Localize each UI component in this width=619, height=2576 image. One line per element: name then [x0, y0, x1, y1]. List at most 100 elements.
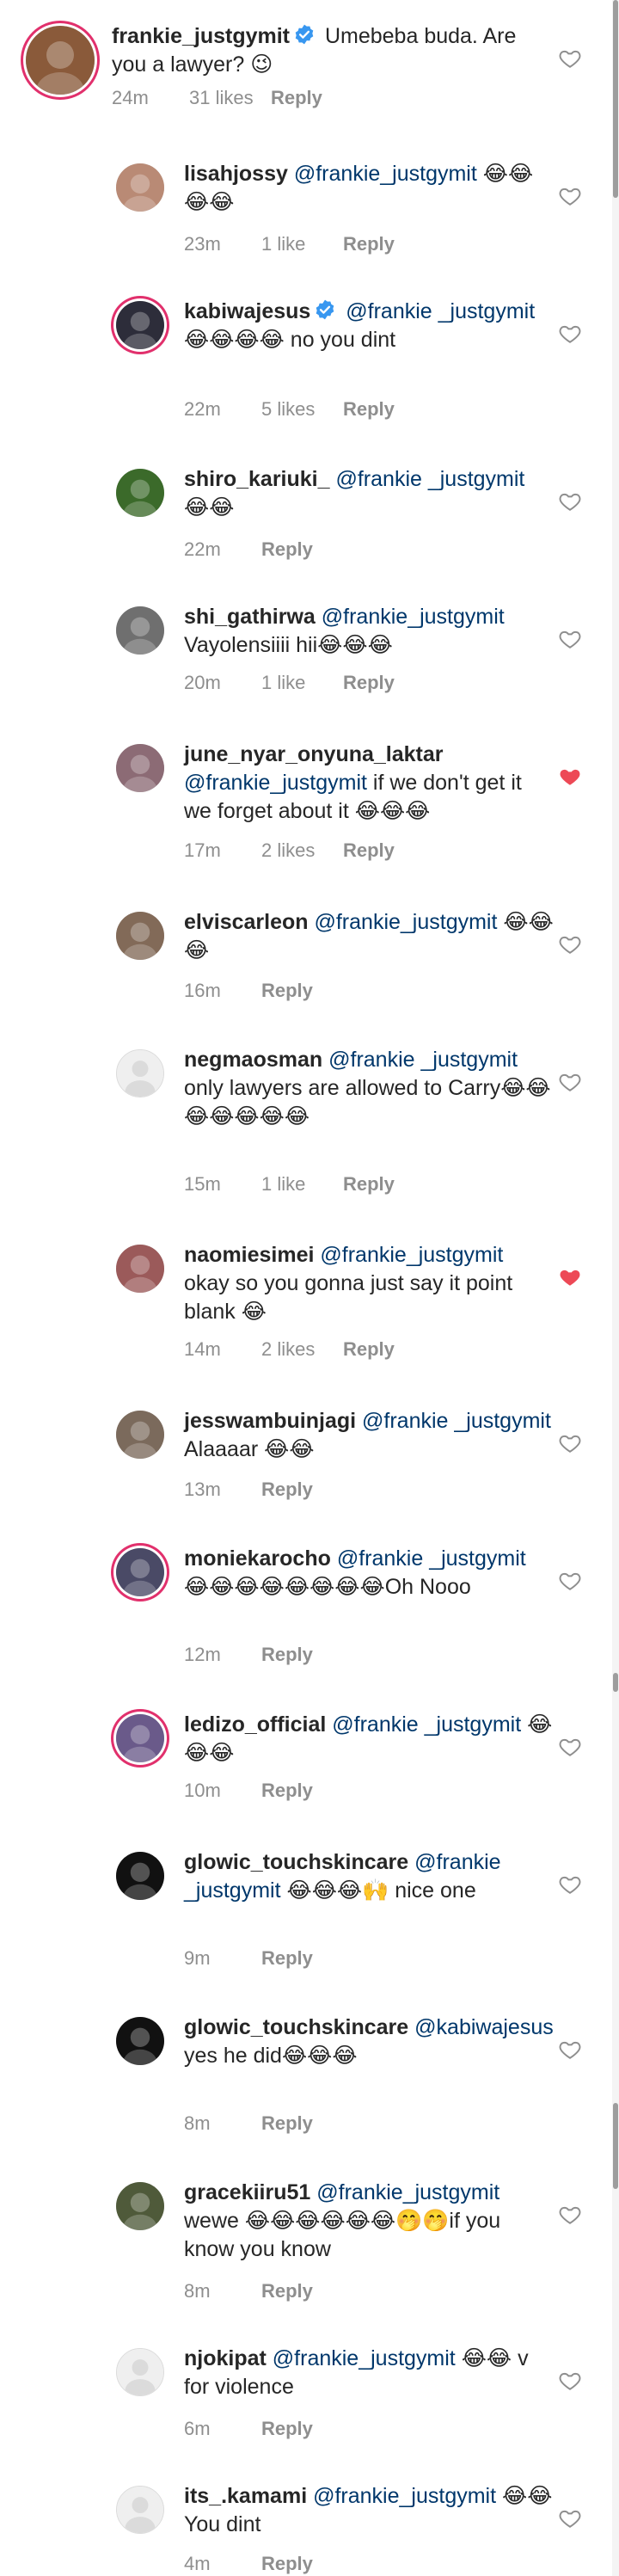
comment-username[interactable]: njokipat	[184, 2346, 267, 2370]
comment-text: ledizo_official @frankie _justgymit 😂😂😂	[184, 1711, 554, 1768]
reply-button[interactable]: Reply	[343, 1172, 395, 1196]
avatar[interactable]	[116, 301, 164, 349]
comment-username[interactable]: shiro_kariuki_	[184, 467, 330, 491]
comment-mention[interactable]: @frankie_justgymit	[273, 2346, 456, 2370]
heart-icon[interactable]	[559, 490, 581, 513]
heart-icon[interactable]	[559, 1432, 581, 1454]
comment-username[interactable]: june_nyar_onyuna_laktar	[184, 742, 444, 766]
comment-like-count[interactable]: 5 likes	[261, 397, 343, 421]
heart-icon[interactable]	[559, 1266, 581, 1288]
comment-mention[interactable]: @frankie _justgymit	[332, 1712, 521, 1737]
scrollbar[interactable]	[612, 0, 619, 2576]
reply-button[interactable]: Reply	[261, 2112, 313, 2136]
reply-button[interactable]: Reply	[343, 232, 395, 256]
avatar[interactable]	[116, 912, 164, 960]
reply-button[interactable]: Reply	[261, 1643, 313, 1667]
scrollbar-thumb[interactable]	[613, 0, 618, 198]
comment-username[interactable]: frankie_justgymit	[112, 24, 290, 48]
heart-icon[interactable]	[559, 765, 581, 788]
comment-username[interactable]: glowic_touchskincare	[184, 1850, 408, 1874]
heart-icon[interactable]	[559, 47, 581, 70]
reply-button[interactable]: Reply	[343, 1337, 395, 1362]
reply-button[interactable]: Reply	[261, 2279, 313, 2303]
comment-username[interactable]: gracekiiru51	[184, 2180, 310, 2204]
comment-mention[interactable]: @frankie_justgymit	[184, 771, 367, 795]
reply-button[interactable]: Reply	[261, 538, 313, 562]
avatar[interactable]	[116, 1411, 164, 1459]
avatar[interactable]	[26, 26, 95, 95]
comment-mention[interactable]: @frankie _justgymit	[346, 299, 535, 323]
avatar[interactable]	[116, 2486, 164, 2534]
heart-icon[interactable]	[559, 628, 581, 650]
heart-icon[interactable]	[559, 1071, 581, 1093]
scrollbar-thumb-secondary[interactable]	[613, 1673, 618, 1692]
heart-icon[interactable]	[559, 2507, 581, 2530]
heart-icon[interactable]	[559, 2038, 581, 2061]
comment-mention[interactable]: @frankie _justgymit	[362, 1409, 551, 1433]
reply-button[interactable]: Reply	[261, 1946, 313, 1970]
comment-username[interactable]: shi_gathirwa	[184, 605, 316, 629]
comment-spacer	[331, 1546, 337, 1571]
comment-like-count[interactable]: 1 like	[261, 1172, 343, 1196]
comment-like-count[interactable]: 2 likes	[261, 1337, 343, 1362]
avatar[interactable]	[116, 1714, 164, 1762]
heart-icon[interactable]	[559, 933, 581, 956]
comment-username[interactable]: kabiwajesus	[184, 299, 310, 323]
comment-username[interactable]: ledizo_official	[184, 1712, 326, 1737]
comment-like-count[interactable]: 2 likes	[261, 839, 343, 863]
reply-button[interactable]: Reply	[343, 397, 395, 421]
avatar[interactable]	[116, 469, 164, 517]
scrollbar-thumb-tertiary[interactable]	[613, 2103, 618, 2189]
comment-mention[interactable]: @frankie _justgymit	[328, 1048, 518, 1072]
avatar-icon	[116, 2017, 164, 2065]
heart-icon[interactable]	[559, 2370, 581, 2392]
reply-button[interactable]: Reply	[261, 979, 313, 1003]
avatar[interactable]	[116, 606, 164, 655]
reply-button[interactable]: Reply	[261, 2552, 313, 2576]
comment-username[interactable]: naomiesimei	[184, 1243, 314, 1267]
comment-mention[interactable]: @frankie_justgymit	[320, 1243, 503, 1267]
comment-mention[interactable]: @frankie _justgymit	[337, 1546, 526, 1571]
avatar[interactable]	[116, 2348, 164, 2396]
comment-username[interactable]: elviscarleon	[184, 910, 309, 934]
comment-mention[interactable]: @frankie_justgymit	[313, 2484, 496, 2508]
heart-icon[interactable]	[559, 323, 581, 345]
avatar[interactable]	[116, 1548, 164, 1596]
comment-mention[interactable]: @kabiwajesus	[414, 2015, 554, 2039]
comment-username[interactable]: glowic_touchskincare	[184, 2015, 408, 2039]
heart-icon[interactable]	[559, 1736, 581, 1758]
comment-username[interactable]: moniekarocho	[184, 1546, 331, 1571]
avatar[interactable]	[116, 1852, 164, 1900]
verified-badge-icon	[314, 298, 336, 321]
reply-button[interactable]: Reply	[271, 86, 322, 110]
avatar[interactable]	[116, 744, 164, 792]
reply-button[interactable]: Reply	[261, 1478, 313, 1502]
comment-like-count[interactable]: 1 like	[261, 232, 343, 256]
comment-username[interactable]: its_.kamami	[184, 2484, 307, 2508]
comment-username[interactable]: negmaosman	[184, 1048, 322, 1072]
comment-mention[interactable]: @frankie_justgymit	[294, 162, 477, 186]
heart-icon[interactable]	[559, 1570, 581, 1592]
comment-mention[interactable]: @frankie_justgymit	[316, 2180, 499, 2204]
avatar[interactable]	[116, 2182, 164, 2230]
reply-button[interactable]: Reply	[343, 839, 395, 863]
reply-button[interactable]: Reply	[261, 1779, 313, 1803]
comment-mention[interactable]: @frankie_justgymit	[314, 910, 497, 934]
avatar[interactable]	[116, 1049, 164, 1097]
comment-spacer	[356, 1409, 362, 1433]
avatar[interactable]	[116, 163, 164, 212]
comment-username[interactable]: jesswambuinjagi	[184, 1409, 356, 1433]
comment-like-count[interactable]: 1 like	[261, 671, 343, 695]
avatar[interactable]	[116, 1245, 164, 1293]
heart-icon[interactable]	[559, 2204, 581, 2226]
comment-mention[interactable]: @frankie_justgymit	[322, 605, 505, 629]
heart-icon[interactable]	[559, 185, 581, 207]
avatar[interactable]	[116, 2017, 164, 2065]
comment-mention[interactable]: @frankie _justgymit	[335, 467, 524, 491]
comment-text: glowic_touchskincare @kabiwajesus yes he…	[184, 2013, 554, 2070]
reply-button[interactable]: Reply	[261, 2417, 313, 2441]
reply-button[interactable]: Reply	[343, 671, 395, 695]
comment-like-count[interactable]: 31 likes	[189, 86, 271, 110]
comment-username[interactable]: lisahjossy	[184, 162, 288, 186]
heart-icon[interactable]	[559, 1873, 581, 1896]
